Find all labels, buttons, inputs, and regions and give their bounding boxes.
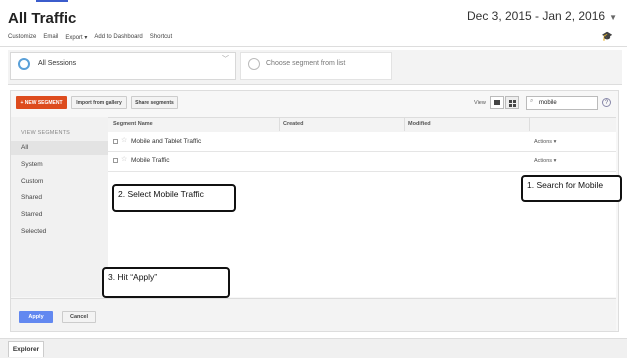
column-divider [404, 117, 405, 131]
segment-placeholder-label: Choose segment from list [266, 60, 346, 67]
star-icon[interactable]: ☆ [121, 155, 127, 163]
row-checkbox[interactable] [113, 139, 118, 144]
row-checkbox[interactable] [113, 158, 118, 163]
apply-button[interactable]: Apply [19, 311, 53, 323]
export-label: Export [65, 35, 83, 41]
callout-step-3: 3. Hit “Apply” [102, 267, 230, 298]
divider [0, 46, 627, 47]
report-tab-bar [0, 338, 627, 358]
search-icon: ⌕ [530, 98, 534, 104]
page-title: All Traffic [8, 10, 77, 27]
sidebar-item-all[interactable]: All [11, 141, 108, 155]
tab-explorer[interactable]: Explorer [8, 341, 44, 357]
view-label: View [474, 100, 486, 106]
shortcut-button[interactable]: Shortcut [150, 34, 172, 41]
segment-name[interactable]: Mobile Traffic [131, 157, 170, 164]
sidebar-item-selected[interactable]: Selected [11, 225, 108, 239]
segment-name[interactable]: Mobile and Tablet Traffic [131, 138, 201, 145]
column-header-created[interactable]: Created [283, 121, 303, 127]
chevron-down-icon: ▾ [553, 158, 557, 164]
sidebar-item-system[interactable]: System [11, 158, 108, 172]
callout-step-2: 2. Select Mobile Traffic [112, 184, 236, 212]
chevron-down-icon: ▾ [553, 139, 557, 145]
grid-view-icon[interactable] [505, 96, 519, 109]
chevron-down-icon: ▼ [609, 13, 617, 22]
view-segments-heading: VIEW SEGMENTS [21, 130, 71, 136]
sidebar-item-starred[interactable]: Starred [11, 208, 108, 222]
star-icon[interactable]: ☆ [121, 136, 127, 144]
chevron-down-icon[interactable]: ﹀ [222, 54, 229, 64]
panel-footer [11, 298, 616, 331]
actions-menu[interactable]: Actions ▾ [534, 158, 556, 164]
date-range-label: Dec 3, 2015 - Jan 2, 2016 [466, 9, 606, 23]
email-button[interactable]: Email [43, 34, 58, 41]
actions-menu[interactable]: Actions ▾ [534, 139, 556, 145]
import-from-gallery-button[interactable]: Import from gallery [71, 96, 127, 109]
segment-ring-icon [18, 58, 30, 70]
new-segment-button[interactable]: + NEW SEGMENT [16, 96, 67, 109]
column-divider [279, 117, 280, 131]
export-button[interactable]: Export ▾ [65, 34, 87, 41]
date-range-picker[interactable]: Dec 3, 2015 - Jan 2, 2016 ▼ [467, 9, 617, 23]
chevron-down-icon: ▾ [84, 35, 88, 41]
segment-ring-empty-icon [248, 58, 260, 70]
callout-step-1: 1. Search for Mobile [521, 175, 622, 202]
add-to-dashboard-button[interactable]: Add to Dashboard [94, 34, 142, 41]
share-segments-button[interactable]: Share segments [131, 96, 178, 109]
column-header-modified[interactable]: Modified [408, 121, 431, 127]
segment-search-input[interactable]: mobile [526, 96, 598, 110]
graduation-cap-icon[interactable]: 🎓 [602, 31, 613, 42]
customize-button[interactable]: Customize [8, 34, 36, 41]
table-header [108, 117, 616, 133]
sidebar-item-shared[interactable]: Shared [11, 191, 108, 205]
list-view-icon[interactable] [490, 96, 504, 109]
actions-label: Actions [534, 158, 553, 164]
header-accent-line [36, 0, 68, 2]
column-header-segment-name[interactable]: Segment Name [113, 121, 153, 127]
cancel-button[interactable]: Cancel [62, 311, 96, 323]
actions-label: Actions [534, 139, 553, 145]
segment-active-label: All Sessions [38, 60, 77, 67]
column-divider [529, 117, 530, 131]
sidebar-item-custom[interactable]: Custom [11, 175, 108, 189]
help-icon[interactable]: ? [602, 98, 611, 107]
report-toolbar: Customize Email Export ▾ Add to Dashboar… [8, 34, 172, 41]
